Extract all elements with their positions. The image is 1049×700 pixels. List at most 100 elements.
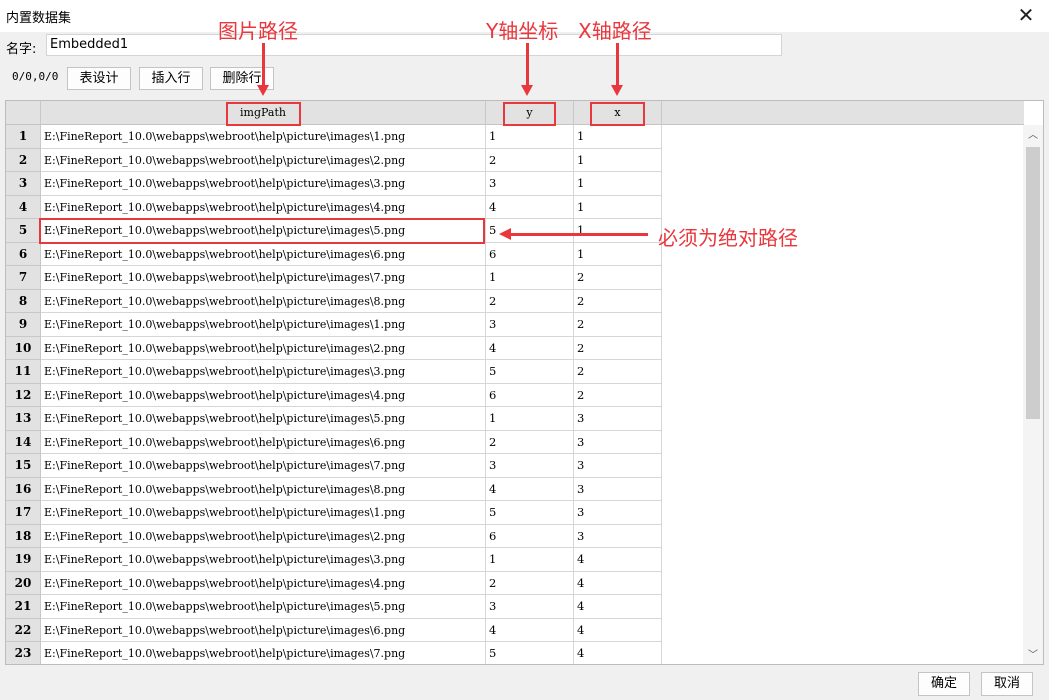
cell-x[interactable]: 1 (574, 172, 662, 196)
cell-imgpath[interactable]: E:\FineReport_10.0\webapps\webroot\help\… (41, 430, 486, 454)
cell-x[interactable]: 4 (574, 618, 662, 642)
cell-y[interactable]: 5 (486, 642, 574, 664)
cell-imgpath[interactable]: E:\FineReport_10.0\webapps\webroot\help\… (41, 477, 486, 501)
row-number[interactable]: 19 (6, 548, 41, 572)
cell-imgpath[interactable]: E:\FineReport_10.0\webapps\webroot\help\… (41, 360, 486, 384)
cell-y[interactable]: 1 (486, 548, 574, 572)
cell-y[interactable]: 4 (486, 477, 574, 501)
row-number[interactable]: 20 (6, 571, 41, 595)
cell-imgpath[interactable]: E:\FineReport_10.0\webapps\webroot\help\… (41, 195, 486, 219)
cell-y[interactable]: 3 (486, 595, 574, 619)
cell-imgpath[interactable]: E:\FineReport_10.0\webapps\webroot\help\… (41, 524, 486, 548)
cell-x[interactable]: 4 (574, 642, 662, 664)
cell-y[interactable]: 6 (486, 383, 574, 407)
cell-imgpath[interactable]: E:\FineReport_10.0\webapps\webroot\help\… (41, 454, 486, 478)
row-number[interactable]: 10 (6, 336, 41, 360)
cell-x[interactable]: 2 (574, 289, 662, 313)
row-number[interactable]: 9 (6, 313, 41, 337)
cell-imgpath[interactable]: E:\FineReport_10.0\webapps\webroot\help\… (41, 266, 486, 290)
close-icon[interactable]: ✕ (1003, 0, 1049, 32)
row-number[interactable]: 15 (6, 454, 41, 478)
corner-header[interactable] (6, 101, 41, 125)
cell-x[interactable]: 2 (574, 266, 662, 290)
insert-row-button[interactable]: 插入行 (139, 67, 203, 90)
cell-imgpath[interactable]: E:\FineReport_10.0\webapps\webroot\help\… (41, 383, 486, 407)
row-number[interactable]: 21 (6, 595, 41, 619)
row-number[interactable]: 14 (6, 430, 41, 454)
row-number[interactable]: 23 (6, 642, 41, 664)
row-number[interactable]: 13 (6, 407, 41, 431)
row-number[interactable]: 18 (6, 524, 41, 548)
chevron-down-icon[interactable]: ﹀ (1023, 647, 1043, 664)
row-number[interactable]: 11 (6, 360, 41, 384)
cell-x[interactable]: 2 (574, 360, 662, 384)
row-number[interactable]: 5 (6, 219, 41, 243)
cell-y[interactable]: 5 (486, 360, 574, 384)
cell-x[interactable]: 1 (574, 195, 662, 219)
cell-y[interactable]: 2 (486, 430, 574, 454)
cell-imgpath[interactable]: E:\FineReport_10.0\webapps\webroot\help\… (41, 548, 486, 572)
cell-x[interactable]: 2 (574, 313, 662, 337)
cell-y[interactable]: 6 (486, 524, 574, 548)
cell-x[interactable]: 4 (574, 571, 662, 595)
cell-y[interactable]: 5 (486, 501, 574, 525)
cell-x[interactable]: 3 (574, 501, 662, 525)
cell-x[interactable]: 1 (574, 242, 662, 266)
row-number[interactable]: 8 (6, 289, 41, 313)
cell-x[interactable]: 3 (574, 430, 662, 454)
cell-x[interactable]: 1 (574, 125, 662, 149)
cell-y[interactable]: 1 (486, 125, 574, 149)
cell-imgpath[interactable]: E:\FineReport_10.0\webapps\webroot\help\… (41, 571, 486, 595)
cell-imgpath[interactable]: E:\FineReport_10.0\webapps\webroot\help\… (41, 148, 486, 172)
row-number[interactable]: 4 (6, 195, 41, 219)
row-number[interactable]: 2 (6, 148, 41, 172)
vertical-scrollbar[interactable]: ︿ ﹀ (1023, 125, 1043, 664)
cell-x[interactable]: 4 (574, 595, 662, 619)
cell-x[interactable]: 3 (574, 454, 662, 478)
cell-imgpath[interactable]: E:\FineReport_10.0\webapps\webroot\help\… (41, 501, 486, 525)
table-design-button[interactable]: 表设计 (67, 67, 131, 90)
row-number[interactable]: 3 (6, 172, 41, 196)
cell-y[interactable]: 2 (486, 148, 574, 172)
name-input[interactable]: Embedded1 (46, 34, 782, 56)
cell-y[interactable]: 2 (486, 289, 574, 313)
cell-imgpath[interactable]: E:\FineReport_10.0\webapps\webroot\help\… (41, 618, 486, 642)
cell-imgpath[interactable]: E:\FineReport_10.0\webapps\webroot\help\… (41, 242, 486, 266)
cell-imgpath[interactable]: E:\FineReport_10.0\webapps\webroot\help\… (41, 407, 486, 431)
cell-x[interactable]: 2 (574, 336, 662, 360)
cell-y[interactable]: 3 (486, 313, 574, 337)
cell-y[interactable]: 1 (486, 266, 574, 290)
cell-x[interactable]: 3 (574, 407, 662, 431)
cell-imgpath[interactable]: E:\FineReport_10.0\webapps\webroot\help\… (41, 595, 486, 619)
cell-x[interactable]: 2 (574, 383, 662, 407)
chevron-up-icon[interactable]: ︿ (1023, 127, 1043, 145)
row-number[interactable]: 1 (6, 125, 41, 149)
cell-x[interactable]: 1 (574, 148, 662, 172)
cell-x[interactable]: 3 (574, 524, 662, 548)
cell-y[interactable]: 4 (486, 618, 574, 642)
cell-y[interactable]: 6 (486, 242, 574, 266)
cell-imgpath[interactable]: E:\FineReport_10.0\webapps\webroot\help\… (41, 125, 486, 149)
cell-x[interactable]: 3 (574, 477, 662, 501)
row-number[interactable]: 6 (6, 242, 41, 266)
row-number[interactable]: 22 (6, 618, 41, 642)
cell-y[interactable]: 4 (486, 336, 574, 360)
cell-y[interactable]: 3 (486, 454, 574, 478)
cell-y[interactable]: 3 (486, 172, 574, 196)
cancel-button[interactable]: 取消 (981, 672, 1033, 696)
cell-imgpath[interactable]: E:\FineReport_10.0\webapps\webroot\help\… (41, 172, 486, 196)
cell-x[interactable]: 1 (574, 219, 662, 243)
cell-y[interactable]: 4 (486, 195, 574, 219)
row-number[interactable]: 16 (6, 477, 41, 501)
scrollbar-thumb[interactable] (1026, 147, 1040, 419)
cell-imgpath[interactable]: E:\FineReport_10.0\webapps\webroot\help\… (41, 642, 486, 664)
cell-imgpath[interactable]: E:\FineReport_10.0\webapps\webroot\help\… (41, 313, 486, 337)
row-number[interactable]: 12 (6, 383, 41, 407)
ok-button[interactable]: 确定 (918, 672, 970, 696)
row-number[interactable]: 17 (6, 501, 41, 525)
cell-imgpath[interactable]: E:\FineReport_10.0\webapps\webroot\help\… (41, 336, 486, 360)
cell-y[interactable]: 2 (486, 571, 574, 595)
cell-imgpath[interactable]: E:\FineReport_10.0\webapps\webroot\help\… (41, 289, 486, 313)
row-number[interactable]: 7 (6, 266, 41, 290)
cell-x[interactable]: 4 (574, 548, 662, 572)
